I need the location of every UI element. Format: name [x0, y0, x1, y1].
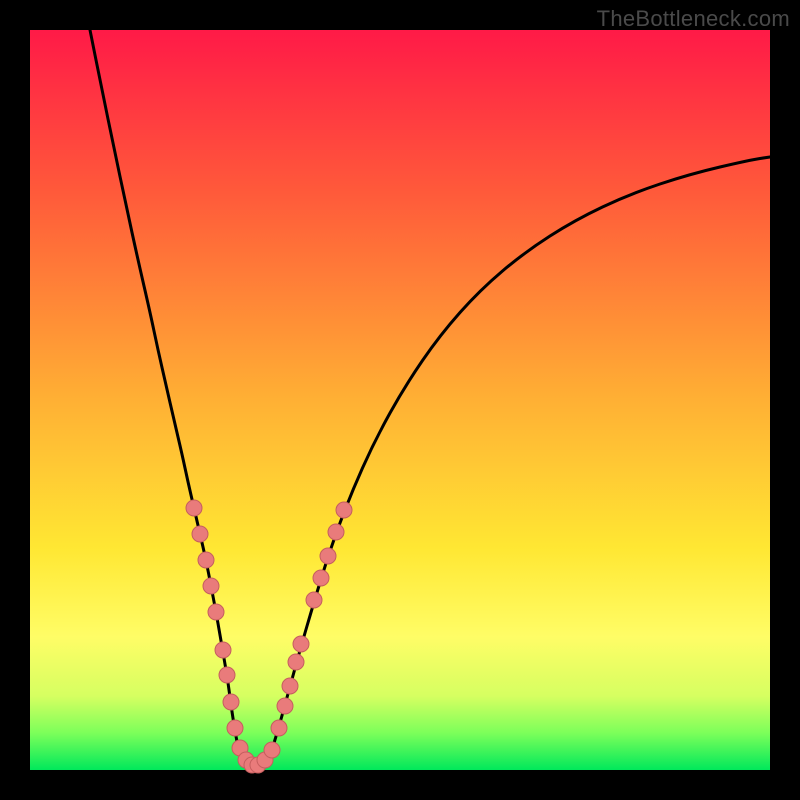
highlight-dot	[277, 698, 293, 714]
highlight-dot	[227, 720, 243, 736]
highlight-dot	[271, 720, 287, 736]
highlight-dot	[328, 524, 344, 540]
watermark-text: TheBottleneck.com	[597, 6, 790, 32]
highlight-dot	[192, 526, 208, 542]
highlight-dot	[282, 678, 298, 694]
chart-area	[30, 30, 770, 770]
bottleneck-curve	[30, 30, 770, 770]
highlight-dot	[320, 548, 336, 564]
highlight-dot	[208, 604, 224, 620]
highlight-dot	[264, 742, 280, 758]
curve-line	[90, 30, 770, 766]
highlight-dot	[219, 667, 235, 683]
highlight-dot	[186, 500, 202, 516]
highlight-dot	[313, 570, 329, 586]
highlight-dot	[203, 578, 219, 594]
highlight-dot	[288, 654, 304, 670]
highlight-dot	[223, 694, 239, 710]
highlight-dot	[215, 642, 231, 658]
highlight-dot	[293, 636, 309, 652]
highlight-dot	[198, 552, 214, 568]
highlight-dots	[186, 500, 352, 773]
highlight-dot	[306, 592, 322, 608]
highlight-dot	[336, 502, 352, 518]
